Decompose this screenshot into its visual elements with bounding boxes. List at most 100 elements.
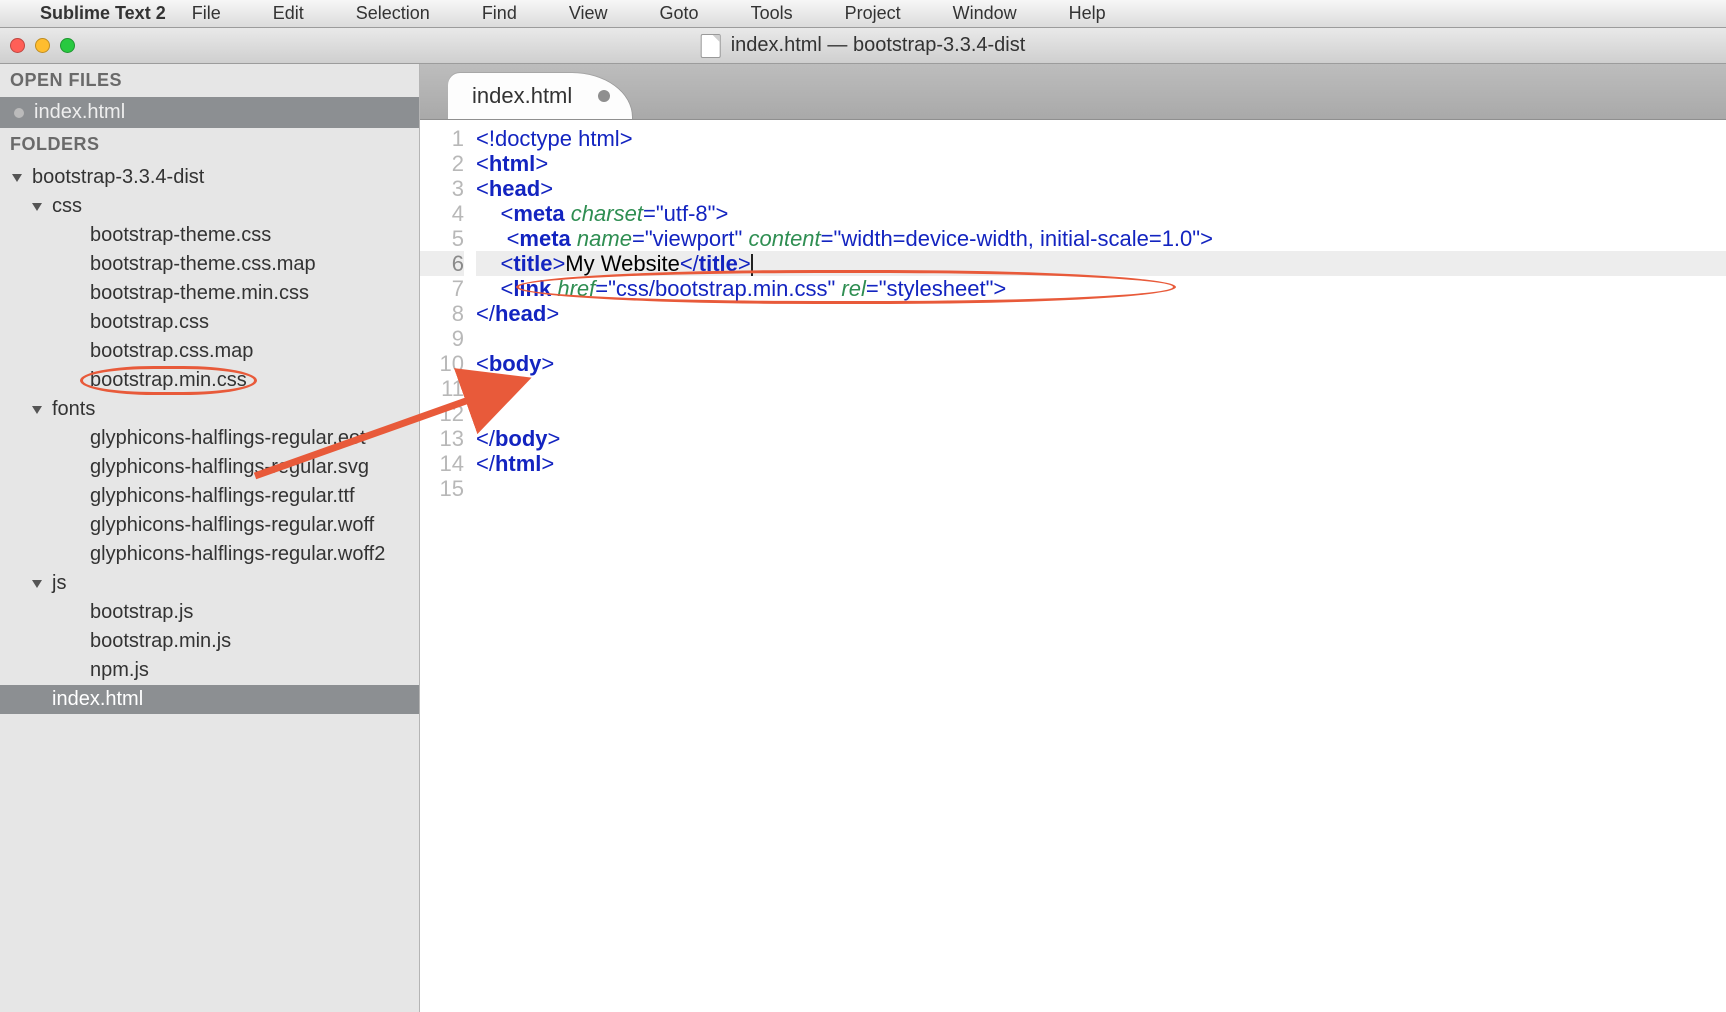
macos-menubar: Sublime Text 2 File Edit Selection Find View…	[0, 0, 1726, 28]
tree-file[interactable]: bootstrap.css.map	[0, 337, 419, 366]
line-number: 14	[420, 451, 464, 476]
tree-item-label: bootstrap.min.js	[90, 630, 231, 653]
code-line[interactable]	[476, 401, 1726, 426]
open-files-heading: OPEN FILES	[0, 64, 419, 97]
tree-file[interactable]: index.html	[0, 685, 419, 714]
tree-file[interactable]: bootstrap.min.css	[0, 366, 419, 395]
tree-file[interactable]: bootstrap.min.js	[0, 627, 419, 656]
code-line[interactable]: <link href="css/bootstrap.min.css" rel="…	[476, 276, 1726, 301]
line-number: 10	[420, 351, 464, 376]
code-line[interactable]: <meta charset="utf-8">	[476, 201, 1726, 226]
tree-folder[interactable]: bootstrap-3.3.4-dist	[0, 163, 419, 192]
window-zoom-button[interactable]	[60, 38, 75, 53]
tree-item-label: css	[52, 195, 82, 218]
editor-pane: index.html 123456789101112131415 <!docty…	[420, 64, 1726, 1012]
code-text[interactable]: <!doctype html><html><head> <meta charse…	[476, 120, 1726, 1012]
menu-window[interactable]: Window	[953, 3, 1017, 24]
code-line[interactable]: </html>	[476, 451, 1726, 476]
folders-heading: FOLDERS	[0, 128, 419, 161]
line-number: 5	[420, 226, 464, 251]
tab-dirty-indicator-icon	[598, 90, 610, 102]
disclosure-triangle-icon[interactable]	[32, 203, 42, 211]
document-icon	[701, 34, 721, 58]
tree-file[interactable]: glyphicons-halflings-regular.woff	[0, 511, 419, 540]
tree-folder[interactable]: css	[0, 192, 419, 221]
code-line[interactable]: </body>	[476, 426, 1726, 451]
code-line[interactable]: <title>My Website</title>	[476, 251, 1726, 276]
tree-file[interactable]: glyphicons-halflings-regular.eot	[0, 424, 419, 453]
tree-item-label: bootstrap-theme.css.map	[90, 253, 316, 276]
dirty-indicator-icon	[14, 108, 24, 118]
menu-selection[interactable]: Selection	[356, 3, 430, 24]
tree-item-label: bootstrap.css.map	[90, 340, 253, 363]
line-number: 11	[420, 376, 464, 401]
window-close-button[interactable]	[10, 38, 25, 53]
line-number: 6	[420, 251, 464, 276]
tree-folder[interactable]: fonts	[0, 395, 419, 424]
tree-item-label: npm.js	[90, 659, 149, 682]
line-number: 1	[420, 126, 464, 151]
menu-project[interactable]: Project	[845, 3, 901, 24]
menu-file[interactable]: File	[192, 3, 221, 24]
menu-tools[interactable]: Tools	[751, 3, 793, 24]
tree-file[interactable]: bootstrap-theme.css	[0, 221, 419, 250]
tree-file[interactable]: bootstrap.css	[0, 308, 419, 337]
tree-item-label: fonts	[52, 398, 95, 421]
line-number: 4	[420, 201, 464, 226]
code-line[interactable]: <head>	[476, 176, 1726, 201]
tree-file[interactable]: glyphicons-halflings-regular.woff2	[0, 540, 419, 569]
line-number: 13	[420, 426, 464, 451]
code-line[interactable]: <!doctype html>	[476, 126, 1726, 151]
tree-item-label: glyphicons-halflings-regular.woff	[90, 514, 374, 537]
editor-tab[interactable]: index.html	[448, 73, 632, 119]
tree-item-label: index.html	[52, 688, 143, 711]
menu-goto[interactable]: Goto	[660, 3, 699, 24]
tree-folder[interactable]: js	[0, 569, 419, 598]
tree-item-label: glyphicons-halflings-regular.svg	[90, 456, 369, 479]
tree-file[interactable]: bootstrap-theme.min.css	[0, 279, 419, 308]
menu-edit[interactable]: Edit	[273, 3, 304, 24]
tree-item-label: js	[52, 572, 66, 595]
text-caret-icon	[751, 254, 753, 276]
line-number: 12	[420, 401, 464, 426]
code-line[interactable]	[476, 376, 1726, 401]
workspace: OPEN FILES index.html FOLDERS bootstrap-…	[0, 64, 1726, 1012]
code-line[interactable]	[476, 476, 1726, 501]
tab-strip: index.html	[420, 64, 1726, 120]
window-minimize-button[interactable]	[35, 38, 50, 53]
line-number: 2	[420, 151, 464, 176]
tree-file[interactable]: bootstrap.js	[0, 598, 419, 627]
line-number: 9	[420, 326, 464, 351]
tree-item-label: bootstrap.js	[90, 601, 193, 624]
app-menu[interactable]: Sublime Text 2	[40, 3, 166, 24]
code-line[interactable]: <meta name="viewport" content="width=dev…	[476, 226, 1726, 251]
tree-file[interactable]: glyphicons-halflings-regular.svg	[0, 453, 419, 482]
open-file-row[interactable]: index.html	[0, 97, 419, 128]
folder-tree: bootstrap-3.3.4-dist css bootstrap-theme.c…	[0, 161, 419, 714]
disclosure-triangle-icon[interactable]	[32, 406, 42, 414]
tree-item-label: bootstrap.css	[90, 311, 209, 334]
tree-item-label: glyphicons-halflings-regular.ttf	[90, 485, 355, 508]
tree-file[interactable]: glyphicons-halflings-regular.ttf	[0, 482, 419, 511]
line-number: 7	[420, 276, 464, 301]
tab-label: index.html	[472, 83, 572, 109]
code-line[interactable]	[476, 326, 1726, 351]
menu-view[interactable]: View	[569, 3, 608, 24]
code-line[interactable]: <html>	[476, 151, 1726, 176]
menu-find[interactable]: Find	[482, 3, 517, 24]
tree-file[interactable]: bootstrap-theme.css.map	[0, 250, 419, 279]
line-number: 8	[420, 301, 464, 326]
code-area[interactable]: 123456789101112131415 <!doctype html><ht…	[420, 120, 1726, 1012]
window-titlebar: index.html — bootstrap-3.3.4-dist	[0, 28, 1726, 64]
disclosure-triangle-icon[interactable]	[12, 174, 22, 182]
tree-item-label: bootstrap-theme.css	[90, 224, 271, 247]
disclosure-triangle-icon[interactable]	[32, 580, 42, 588]
tree-file[interactable]: npm.js	[0, 656, 419, 685]
menu-help[interactable]: Help	[1069, 3, 1106, 24]
traffic-lights	[10, 38, 75, 53]
tree-item-label: glyphicons-halflings-regular.eot	[90, 427, 366, 450]
line-number: 15	[420, 476, 464, 501]
open-file-name: index.html	[34, 101, 125, 124]
code-line[interactable]: </head>	[476, 301, 1726, 326]
code-line[interactable]: <body>	[476, 351, 1726, 376]
